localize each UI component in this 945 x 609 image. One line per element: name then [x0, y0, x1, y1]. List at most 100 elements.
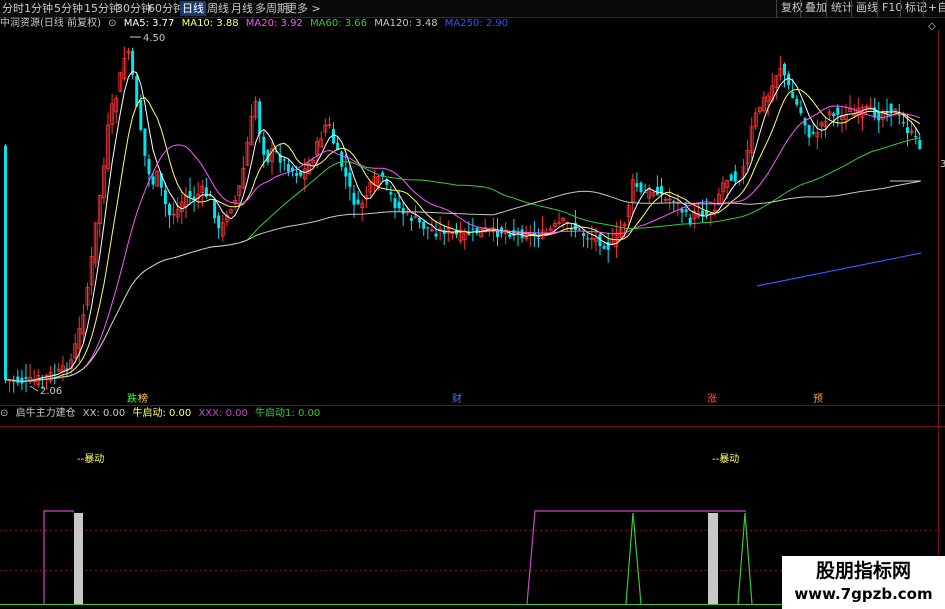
indicator-legend: ⊙ 启牛主力建仓 XX: 0.00 牛启动: 0.00 XXX: 0.00 牛启… — [0, 407, 324, 421]
candle-body — [672, 200, 676, 202]
candle-body — [680, 209, 684, 213]
xxx-line — [43, 510, 74, 604]
candle-body — [586, 238, 590, 240]
candle-body — [901, 122, 905, 124]
ma-line-5 — [5, 70, 921, 383]
candle-body — [897, 114, 901, 116]
candle-body — [569, 228, 573, 230]
candle-body — [606, 241, 610, 250]
candle-body — [151, 176, 155, 185]
candle-body — [795, 98, 799, 105]
candle-body — [422, 221, 426, 229]
candle-body — [836, 107, 840, 115]
watermark-url: www.7gpzb.com — [794, 585, 933, 603]
candle-body — [578, 228, 581, 230]
indicator-name: 启牛主力建仓 — [15, 408, 76, 419]
candle-body — [918, 140, 922, 149]
surge-bar — [74, 513, 83, 604]
ma-line-10 — [5, 88, 921, 383]
candle-body — [356, 199, 360, 205]
candle-body — [783, 63, 786, 76]
candle-body — [906, 127, 909, 134]
event-marker-fall[interactable]: 跌 — [127, 392, 137, 405]
candle-body — [787, 73, 791, 85]
candle-body — [418, 217, 422, 223]
candle-body — [807, 125, 811, 138]
niu-start1-label: 牛启动1: 0.00 — [255, 408, 321, 419]
candle-body — [213, 199, 217, 219]
niu-start1-line — [737, 512, 753, 605]
candle-body — [20, 377, 24, 384]
candle-body — [635, 183, 639, 187]
surge-annotation: --暴动 — [712, 453, 739, 465]
indicator-settings-icon[interactable]: ⊙ — [0, 408, 8, 419]
candle-body — [168, 204, 171, 216]
candle-body — [135, 76, 139, 107]
candle-body — [4, 145, 7, 380]
ma-line-20 — [5, 105, 920, 383]
candle-body — [16, 376, 20, 383]
xxx-label: XXX: 0.00 — [198, 408, 248, 419]
niu-start1-line — [625, 512, 642, 605]
watermark-logo: 股朋指标网 www.7gpzb.com — [782, 556, 945, 609]
low-price-pointer — [29, 385, 39, 392]
candle-body — [24, 377, 28, 379]
ma-line-60 — [5, 137, 920, 383]
right-axis-label: 3 — [940, 159, 945, 170]
event-marker-forecast[interactable]: 预 — [813, 393, 823, 405]
candle-body — [340, 151, 344, 167]
candle-body — [401, 208, 405, 214]
candle-body — [286, 163, 290, 172]
ma-line-120 — [5, 180, 920, 383]
low-price-label: 2.06 — [40, 386, 62, 397]
candle-body — [299, 171, 303, 176]
candle-body — [914, 136, 918, 138]
candle-body — [467, 233, 471, 235]
candle-body — [258, 101, 262, 134]
event-marker-finance[interactable]: 财 — [452, 392, 462, 405]
candle-body — [582, 233, 586, 236]
candle-body — [639, 182, 643, 192]
candle-body — [520, 229, 524, 239]
candle-body — [389, 192, 393, 195]
candle-body — [471, 228, 475, 230]
event-marker-list[interactable]: 榜 — [138, 392, 148, 405]
candle-body — [508, 234, 512, 237]
candle-body — [475, 227, 479, 234]
candle-body — [332, 129, 335, 144]
candle-body — [426, 227, 430, 229]
candle-body — [733, 171, 737, 182]
candle-body — [684, 209, 688, 213]
candle-body — [393, 198, 397, 208]
candle-body — [143, 128, 147, 156]
high-price-label: 4.50 — [143, 33, 165, 44]
ma-line-250 — [756, 252, 922, 287]
candle-body — [188, 191, 192, 198]
candle-body — [409, 217, 413, 221]
candle-body — [655, 186, 659, 195]
watermark-title: 股朋指标网 — [815, 560, 911, 582]
candle-body — [163, 190, 167, 205]
candle-body — [147, 159, 151, 175]
kline-chart[interactable]: 4.50 2.06 3 ◇ 跌 榜 财 涨 预 --暴动 --暴动 — [0, 0, 945, 609]
candle-body — [282, 159, 286, 161]
candle-body — [217, 215, 221, 229]
candle-body — [262, 136, 266, 155]
candle-body — [877, 112, 881, 121]
candle-body — [602, 246, 606, 249]
surge-annotation: --暴动 — [77, 453, 104, 465]
candle-body — [344, 167, 348, 177]
candle-body — [832, 113, 836, 117]
diamond-icon[interactable]: ◇ — [928, 21, 936, 32]
candle-body — [537, 238, 540, 240]
candle-body — [791, 92, 795, 99]
candle-body — [729, 174, 733, 181]
candle-body — [397, 201, 401, 209]
candle-body — [434, 233, 438, 237]
event-marker-rise[interactable]: 涨 — [707, 393, 717, 405]
surge-bar — [708, 513, 718, 604]
candle-body — [799, 107, 803, 114]
candle-body — [139, 100, 143, 130]
candle-body — [352, 192, 356, 205]
candle-body — [496, 230, 499, 237]
